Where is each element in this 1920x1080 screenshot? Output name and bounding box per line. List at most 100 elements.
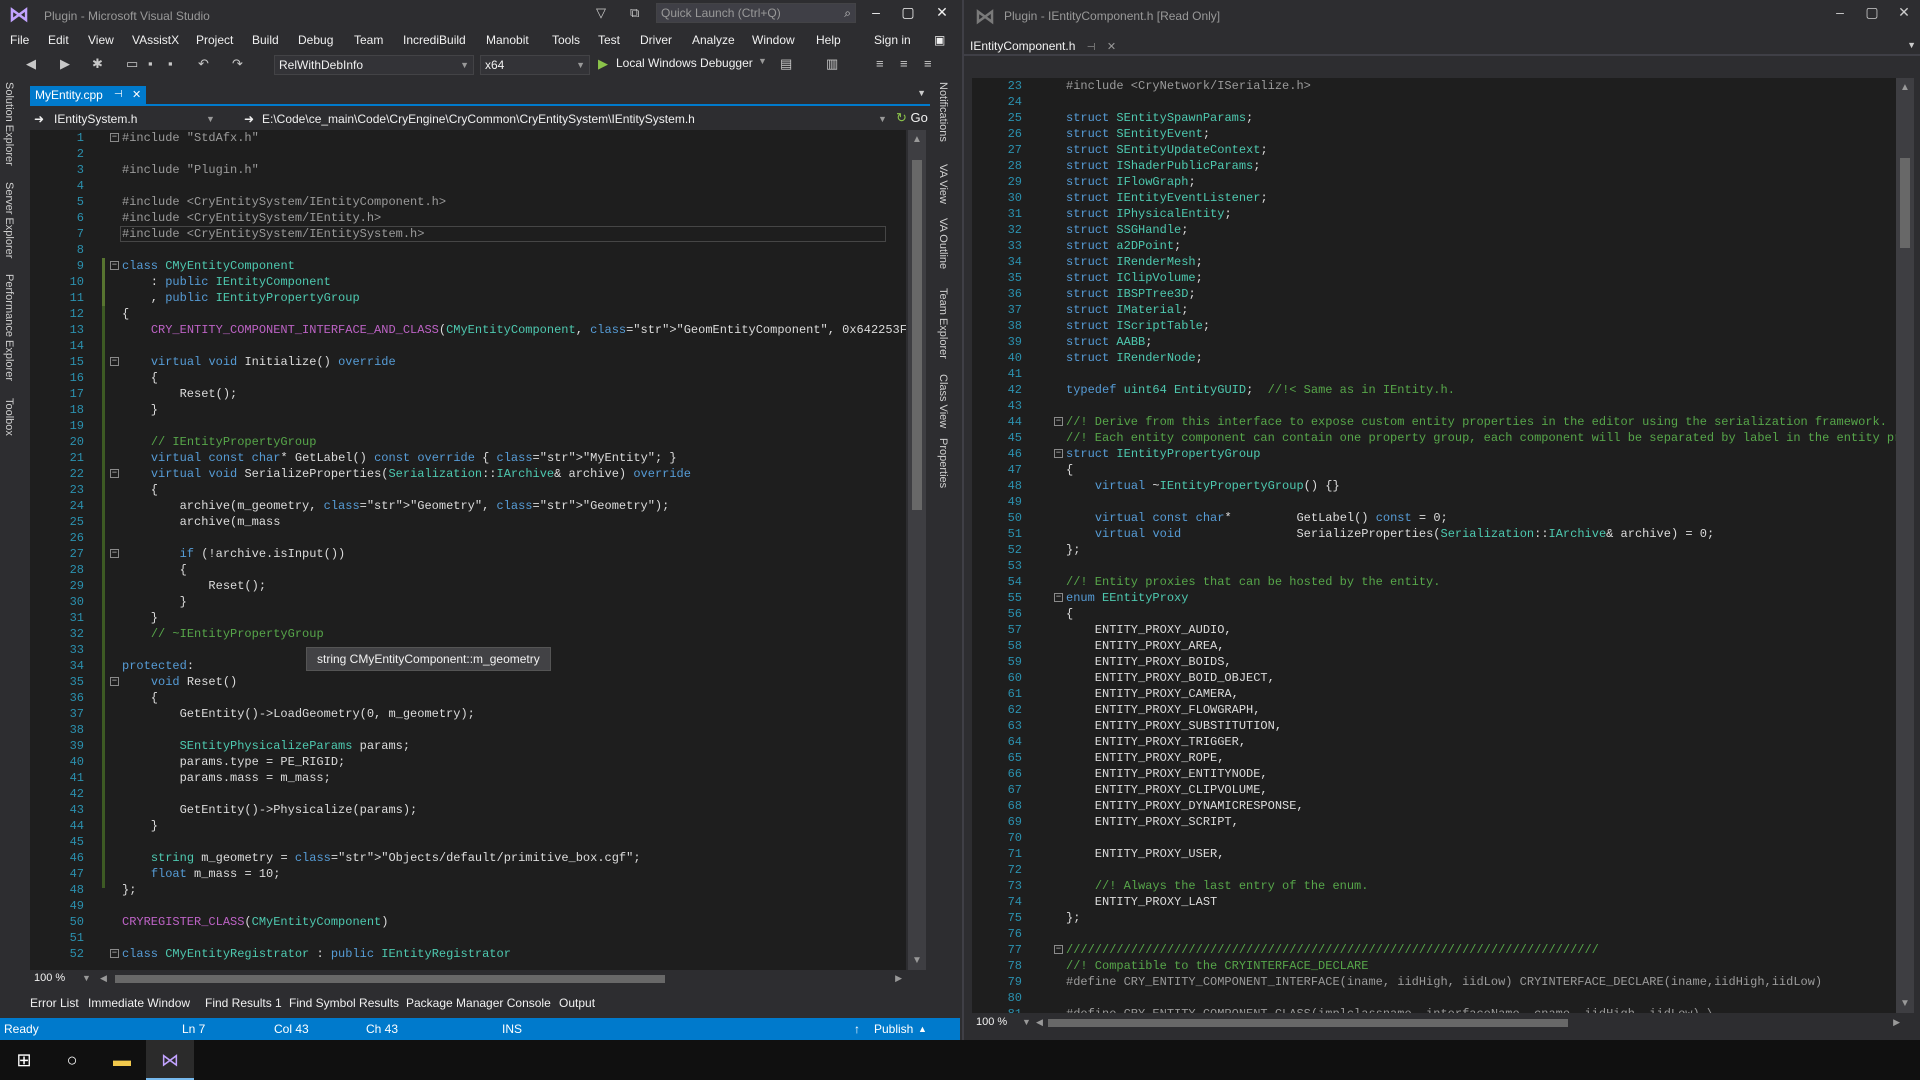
performance-explorer-tab[interactable]: Performance Explorer (3, 274, 15, 381)
properties-tab[interactable]: Properties (937, 438, 949, 488)
scroll-right-icon[interactable]: ▶ (895, 973, 902, 984)
code-line[interactable]: 6 #include <CryEntitySystem/IEntity.h> (30, 210, 906, 226)
code-line[interactable]: 26 (30, 530, 906, 546)
code-line[interactable]: 60 ENTITY_PROXY_BOID_OBJECT, (972, 670, 1902, 686)
code-line[interactable]: 1 − #include "StdAfx.h" (30, 130, 906, 146)
code-line[interactable]: 48}; (30, 882, 906, 898)
code-line[interactable]: 44 −//! Derive from this interface to exp… (972, 414, 1902, 430)
code-line[interactable]: 47 float m_mass = 10; (30, 866, 906, 882)
code-line[interactable]: 59 ENTITY_PROXY_BOIDS, (972, 654, 1902, 670)
code-line[interactable]: 66 ENTITY_PROXY_ENTITYNODE, (972, 766, 1902, 782)
va-view-tab[interactable]: VA View (937, 164, 949, 204)
code-line[interactable]: 38 struct IScriptTable; (972, 318, 1902, 334)
code-line[interactable]: 22 − virtual void SerializeProperties(Ser… (30, 466, 906, 482)
menu-driver[interactable]: Driver (640, 33, 672, 47)
code-line[interactable]: 57 ENTITY_PROXY_AUDIO, (972, 622, 1902, 638)
code-line[interactable]: 51 virtual void SerializeProperties(Seri… (972, 526, 1902, 542)
collapse-outline-icon[interactable]: − (1054, 593, 1063, 602)
code-line[interactable]: 42 (30, 786, 906, 802)
close-icon[interactable]: ✕ (132, 86, 141, 104)
maximize-button[interactable]: ▢ (1860, 4, 1884, 21)
file-path-dropdown[interactable]: E:\Code\ce_main\Code\CryEngine\CryCommon… (262, 110, 882, 128)
code-line[interactable]: 47 { (972, 462, 1902, 478)
code-line[interactable]: 52 − class CMyEntityRegistrator : public I… (30, 946, 906, 962)
code-line[interactable]: 53 (972, 558, 1902, 574)
code-line[interactable]: 36 struct IBSPTree3D; (972, 286, 1902, 302)
start-button[interactable]: ⊞ (0, 1040, 48, 1080)
code-line[interactable]: 35 − void Reset() (30, 674, 906, 690)
code-line[interactable]: 81 #define CRY_ENTITY_COMPONENT_CLASS(imp… (972, 1006, 1902, 1013)
code-line[interactable]: 44 } (30, 818, 906, 834)
quick-launch-input[interactable]: Quick Launch (Ctrl+Q) ⌕ (656, 3, 856, 23)
code-line[interactable]: 51 (30, 930, 906, 946)
collapse-outline-icon[interactable]: − (110, 677, 119, 686)
forward-icon[interactable]: ▶ (60, 56, 70, 72)
code-line[interactable]: 34 struct IRenderMesh; (972, 254, 1902, 270)
save-icon[interactable]: ▪ (148, 56, 153, 71)
cortana-search-icon[interactable]: ○ (48, 1040, 96, 1080)
code-line[interactable]: 65 ENTITY_PROXY_ROPE, (972, 750, 1902, 766)
menu-team[interactable]: Team (354, 33, 383, 47)
chevron-down-icon[interactable]: ▼ (1022, 1017, 1031, 1027)
code-line[interactable]: 38 (30, 722, 906, 738)
vertical-scrollbar[interactable]: ▲ ▼ (908, 130, 926, 970)
scroll-thumb[interactable] (912, 160, 922, 510)
code-line[interactable]: 8 (30, 242, 906, 258)
horizontal-scrollbar[interactable]: 100 % ▼ ◀ ▶ (30, 970, 906, 988)
code-line[interactable]: 28 { (30, 562, 906, 578)
code-line[interactable]: 3 #include "Plugin.h" (30, 162, 906, 178)
code-line[interactable]: 41 (972, 366, 1902, 382)
local-debugger-button[interactable]: Local Windows Debugger (616, 56, 753, 70)
code-line[interactable]: 58 ENTITY_PROXY_AREA, (972, 638, 1902, 654)
code-line[interactable]: 9 − class CMyEntityComponent (30, 258, 906, 274)
open-file-icon[interactable]: ▭ (126, 56, 138, 72)
code-line[interactable]: 29 struct IFlowGraph; (972, 174, 1902, 190)
scroll-up-icon[interactable]: ▲ (1900, 82, 1910, 93)
code-line[interactable]: 52}; (972, 542, 1902, 558)
scroll-up-icon[interactable]: ▲ (912, 134, 922, 145)
code-line[interactable]: 54 //! Entity proxies that can be hosted … (972, 574, 1902, 590)
code-line[interactable]: 55 − enum EEntityProxy (972, 590, 1902, 606)
code-line[interactable]: 25 archive(m_mass (30, 514, 906, 530)
code-line[interactable]: 40 struct IRenderNode; (972, 350, 1902, 366)
code-line[interactable]: 67 ENTITY_PROXY_CLIPVOLUME, (972, 782, 1902, 798)
code-line[interactable]: 45 (30, 834, 906, 850)
pin-icon[interactable]: ⊣ (114, 86, 123, 104)
code-line[interactable]: 28 struct IShaderPublicParams; (972, 158, 1902, 174)
collapse-outline-icon[interactable]: − (110, 133, 119, 142)
platform-dropdown[interactable]: x64 ▼ (480, 55, 590, 75)
redo-icon[interactable]: ↷ (232, 56, 243, 72)
code-line[interactable]: 49 (972, 494, 1902, 510)
menu-tools[interactable]: Tools (552, 33, 580, 47)
bookmark-icon[interactable]: ▥ (826, 56, 838, 72)
scroll-thumb[interactable] (115, 975, 665, 983)
new-project-icon[interactable]: ✱ (92, 56, 103, 72)
scroll-left-icon[interactable]: ◀ (1036, 1017, 1043, 1028)
menu-view[interactable]: View (88, 33, 114, 47)
scroll-thumb[interactable] (1048, 1019, 1568, 1027)
menu-manobit[interactable]: Manobit (486, 33, 529, 47)
close-button[interactable]: ✕ (1892, 4, 1916, 21)
code-line[interactable]: 24 archive(m_geometry, class="str">"Geom… (30, 498, 906, 514)
code-line[interactable]: 49 (30, 898, 906, 914)
feedback-icon[interactable]: ⧉ (630, 5, 639, 21)
code-line[interactable]: 2 (30, 146, 906, 162)
code-line[interactable]: 30 struct IEntityEventListener; (972, 190, 1902, 206)
code-line[interactable]: 4 (30, 178, 906, 194)
collapse-outline-icon[interactable]: − (1054, 449, 1063, 458)
tab-package-manager-console[interactable]: Package Manager Console (406, 996, 551, 1010)
code-line[interactable]: 43 (972, 398, 1902, 414)
collapse-outline-icon[interactable]: − (110, 261, 119, 270)
code-line[interactable]: 14 (30, 338, 906, 354)
menu-window[interactable]: Window (752, 33, 795, 47)
chevron-down-icon[interactable]: ▼ (206, 110, 215, 128)
code-line[interactable]: 19 (30, 418, 906, 434)
sign-in-link[interactable]: Sign in (874, 33, 911, 47)
chevron-down-icon[interactable]: ▼ (878, 110, 887, 128)
minimize-button[interactable]: – (864, 4, 888, 20)
code-line[interactable]: 16 { (30, 370, 906, 386)
code-line[interactable]: 72 (972, 862, 1902, 878)
scroll-down-icon[interactable]: ▼ (1900, 998, 1910, 1009)
code-line[interactable]: 32 // ~IEntityPropertyGroup (30, 626, 906, 642)
start-debugging-icon[interactable]: ▶ (598, 56, 608, 72)
